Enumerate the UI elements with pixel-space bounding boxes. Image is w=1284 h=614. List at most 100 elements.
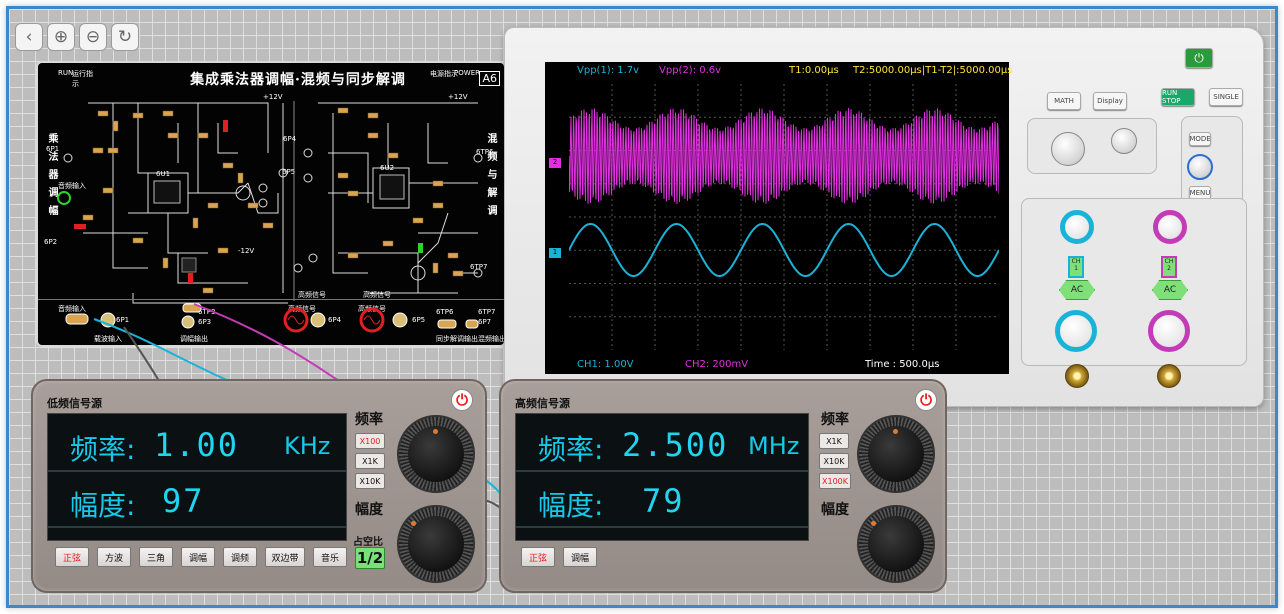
reset-view-button[interactable]: ↻ [111,23,139,51]
high-gen-amp-knob-indicator [871,521,876,526]
low-freq-label: 频率: [70,433,136,466]
high-gen-freq-row: 频率: 2.500 MHz [516,420,808,472]
power-icon: ⏻ [920,391,932,409]
oscilloscope: Vpp(1): 1.7v Vpp(2): 0.6v T1:0.00μs T2:5… [504,27,1264,407]
ch2-marker: 2 [549,158,561,168]
high_gen-wave-button[interactable]: 正弦 [521,547,555,567]
low_gen-wave-button[interactable]: 音乐 [313,547,347,567]
ch2-button[interactable]: CH 2 [1161,256,1177,278]
low-gen-amp-knob[interactable] [397,505,475,583]
vpp1-readout: Vpp(1): 1.7v [577,65,640,76]
ch2-bnc-input[interactable] [1157,364,1181,388]
high-freq-value: 2.500 [622,426,729,464]
low-gen-freq-knob[interactable] [397,415,475,493]
low-gen-power-button[interactable]: ⏻ [451,389,473,411]
low-gen-display: 频率: 1.00 KHz 幅度: 97 [47,413,347,541]
label-6p1: 6P1 [46,145,60,153]
label-6u2: 6U2 [380,164,395,172]
high-gen-display: 频率: 2.500 MHz 幅度: 79 [515,413,809,541]
high-freq-unit: MHz [748,432,800,460]
low_gen-multiplier-x100[interactable]: X100 [355,433,385,449]
single-button[interactable]: SINGLE [1209,88,1243,106]
ch2-coupling[interactable]: AC [1152,280,1188,300]
low_gen-wave-button[interactable]: 正弦 [55,547,89,567]
zoom-out-icon: ⊖ [85,27,101,47]
low_gen-multiplier-x10k[interactable]: X10K [355,473,385,489]
ch2-position-knob[interactable] [1153,210,1187,244]
ch1-position-knob[interactable] [1060,210,1094,244]
label-plus12v-right: +12V [448,93,468,101]
low-gen-amp-row: 幅度: 97 [48,476,346,528]
high_gen-multiplier-x100k[interactable]: X100K [819,473,851,489]
scope-power-button[interactable]: ⏻ [1185,48,1213,68]
high-gen-amp-knob[interactable] [857,505,935,583]
label-minus12v: -12V [238,247,255,255]
chevron-left-icon: ‹ [25,27,33,47]
label-plus12v-left: +12V [263,93,283,101]
label-audio-input: 音频输入 [58,182,86,190]
high_gen-multiplier-x10k[interactable]: X10K [819,453,849,469]
run-stop-button[interactable]: RUN STOP [1161,88,1195,106]
math-button[interactable]: MATH [1047,92,1081,110]
high-freq-label: 频率: [538,433,604,466]
high-gen-amp-row: 幅度: 79 [516,476,808,528]
high-amp-label: 幅度: [538,489,604,522]
duty-cycle-button[interactable]: 1/2 [355,547,385,569]
back-button[interactable]: ‹ [15,23,43,51]
low-freq-value: 1.00 [154,426,240,464]
mode-button[interactable]: MODE [1189,132,1211,146]
low-gen-title: 低频信号源 [47,397,102,410]
low-freq-unit: KHz [284,432,331,460]
ch1-button[interactable]: CH 1 [1068,256,1084,278]
t1-readout: T1:0.00μs [789,65,839,76]
low_gen-wave-button[interactable]: 方波 [97,547,131,567]
vertical-panel [1021,198,1247,366]
trigger-level-knob[interactable] [1187,154,1213,180]
horizontal-position-knob[interactable] [1111,128,1137,154]
low-amp-value: 97 [162,482,205,520]
board-bottom-connectors: 音频输入 载波输入 6P1 6TP3 6P3 调幅输出 高频信号 6P4 高频信… [38,299,504,345]
high-gen-amp-label: 幅度 [821,502,849,518]
high-gen-power-button[interactable]: ⏻ [915,389,937,411]
low-gen-amp-label: 幅度 [355,502,383,518]
high-gen-freq-knob-indicator [893,429,898,434]
label-6u1: 6U1 [156,170,171,178]
high-gen-freq-knob[interactable] [857,415,935,493]
low-gen-freq-row: 频率: 1.00 KHz [48,420,346,472]
low-gen-freq-knob-indicator [433,429,438,434]
low-amp-label: 幅度: [70,489,136,522]
bottom-connector-graphics [65,303,479,333]
zoom-in-button[interactable]: ⊕ [47,23,75,51]
ch1-scale: CH1: 1.00V [577,359,634,370]
ch1-coupling[interactable]: AC [1059,280,1095,300]
refresh-icon: ↻ [117,27,133,47]
ch1-scale-knob[interactable] [1055,310,1097,352]
waveform-area [569,84,999,350]
low_gen-wave-button[interactable]: 三角 [139,547,173,567]
high_gen-wave-button[interactable]: 调幅 [563,547,597,567]
low_gen-wave-button[interactable]: 调频 [223,547,257,567]
scope-status-bottom: CH1: 1.00V CH2: 200mV Time : 500.0μs [545,356,1009,374]
time-scale: Time : 500.0μs [865,359,940,370]
high-gen-title: 高频信号源 [515,397,570,410]
ch1-bnc-input[interactable] [1065,364,1089,388]
t2-readout: T2:5000.00μs|T1-T2|:5000.00μs [853,65,1013,76]
scope-screen: Vpp(1): 1.7v Vpp(2): 0.6v T1:0.00μs T2:5… [545,62,1013,374]
ch2-scale-knob[interactable] [1148,310,1190,352]
circuit-board: RUN 运行指示 集成乘法器调幅·混频与同步解调 电源指示 POWER A6 乘… [36,61,506,347]
low_gen-multiplier-x1k[interactable]: X1K [355,453,385,469]
label-6p2: 6P2 [44,238,58,246]
high_gen-multiplier-x1k[interactable]: X1K [819,433,849,449]
low_gen-wave-button[interactable]: 调幅 [181,547,215,567]
horizontal-panel [1027,118,1157,174]
scope-status-top: Vpp(1): 1.7v Vpp(2): 0.6v T1:0.00μs T2:5… [545,62,1013,80]
label-6tp6: 6TP6 [476,148,494,156]
vpp2-readout: Vpp(2): 0.6v [659,65,722,76]
high-amp-value: 79 [642,482,685,520]
low_gen-wave-button[interactable]: 双边带 [265,547,305,567]
zoom-out-button[interactable]: ⊖ [79,23,107,51]
display-button[interactable]: Display [1093,92,1127,110]
horizontal-scale-knob[interactable] [1051,132,1085,166]
label-6tp7: 6TP7 [470,263,488,271]
ch2-waveform [569,108,999,205]
